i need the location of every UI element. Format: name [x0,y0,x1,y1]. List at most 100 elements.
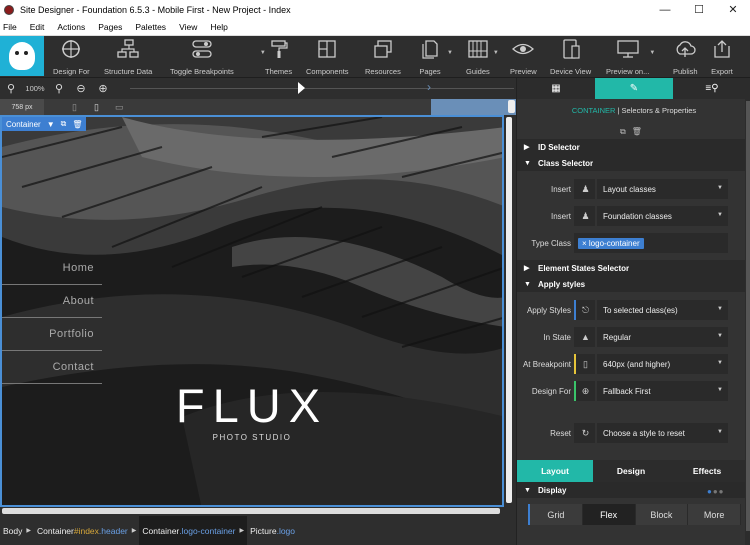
display-block-button[interactable]: Block [635,504,689,525]
pages-button[interactable]: Pages ▼ [419,38,453,76]
reset-select[interactable]: Choose a style to reset ▼ [597,423,728,443]
device-view-button[interactable]: Device View [550,38,591,76]
preview-on-button[interactable]: Preview on... ▼ [606,38,655,76]
tab-layout[interactable]: Layout [517,460,593,482]
duplicate-icon[interactable]: ⧉ [620,127,632,136]
apply-styles-row: Apply Styles ⎋ To selected class(es) ▼ [517,299,745,321]
breakpoint-bar: 758 px ▯ ▯ ▭ [0,99,516,115]
zoom-search-icon[interactable]: ⚲ [0,82,22,95]
canvas-vertical-scrollbar[interactable] [504,115,514,507]
guides-button[interactable]: Guides ▼ [466,38,499,76]
brand-tagline: PHOTO STUDIO [212,433,292,442]
tablet-icon[interactable]: ▯ [94,102,99,113]
zoom-in-icon[interactable]: ⚲ [48,82,70,95]
display-more-button[interactable]: More [688,504,741,525]
tab-effects[interactable]: Effects [669,460,745,482]
duplicate-icon[interactable]: ⧉ [61,119,67,129]
logo-container[interactable]: FLUX PHOTO STUDIO [172,382,332,442]
chevron-down-icon[interactable]: ▼ [649,50,655,56]
structure-data-button[interactable]: Structure Data [104,38,152,76]
reset-icon[interactable]: ↻ [574,423,595,443]
display-flex-button[interactable]: Flex [582,504,636,525]
chevron-down-icon[interactable]: ▼ [493,50,499,56]
monitor-icon [617,38,639,60]
foundation-classes-select[interactable]: Foundation classes ▼ [597,206,728,226]
menu-edit[interactable]: Edit [30,22,45,32]
panel-scrollbar[interactable] [745,99,750,545]
menu-palettes[interactable]: Palettes [135,22,166,32]
scroll-thumb[interactable] [2,508,500,514]
breadcrumb-picture[interactable]: Picture .logo [247,516,298,545]
user-icon: ♟ [574,179,595,199]
display-grid-button[interactable]: Grid [530,504,583,525]
nav-link-contact[interactable]: Contact [2,351,102,384]
element-states-section[interactable]: ▶ Element States Selector [517,260,745,276]
tab-selector-search[interactable]: ≡⚲ [673,78,750,99]
type-class-input[interactable]: × logo-container [574,233,728,253]
zoom-out-icon[interactable]: ⊖ [70,82,92,95]
menu-actions[interactable]: Actions [57,22,85,32]
toggle-breakpoints-button[interactable]: Toggle Breakpoints ▼ [170,38,266,76]
menu-view[interactable]: View [179,22,197,32]
publish-button[interactable]: Publish [673,38,698,76]
nav-link-home[interactable]: Home [2,252,102,285]
tab-structure[interactable]: ▦ [517,78,595,99]
nav-link-portfolio[interactable]: Portfolio [2,318,102,351]
at-breakpoint-select[interactable]: 640px (and higher) ▼ [597,354,728,374]
components-icon [316,38,338,60]
apply-styles-select[interactable]: To selected class(es) ▼ [597,300,728,320]
viewport-width: 758 px [0,99,44,115]
chevron-down-icon[interactable]: ▼ [447,50,453,56]
maximize-icon[interactable]: ☐ [682,0,716,19]
nav-link-about[interactable]: About [2,285,102,318]
caret-right-icon: ▶ [524,265,530,272]
container-tag[interactable]: Container ▼ ⧉ 🗑 [2,117,87,131]
chevron-down-icon[interactable]: ▼ [47,120,55,129]
breakpoint-timeline[interactable] [130,88,514,89]
tab-styles[interactable]: ✎ [595,78,673,99]
phone-icon[interactable]: ▯ [72,102,77,113]
resources-button[interactable]: Resources [365,38,401,76]
scroll-thumb[interactable] [746,101,750,531]
breakpoint-range[interactable] [431,99,516,115]
add-breakpoint-icon[interactable]: ⊕ [92,82,114,95]
components-button[interactable]: Components [306,38,349,76]
in-state-select[interactable]: Regular ▼ [597,327,728,347]
zoom-value: 100% [25,84,45,93]
trash-icon[interactable]: 🗑 [72,120,82,129]
themes-button[interactable]: Themes [265,38,292,76]
tab-design[interactable]: Design [593,460,669,482]
caret-down-icon: ▼ [524,486,531,494]
scroll-thumb[interactable] [506,117,512,503]
minimize-icon[interactable]: — [648,0,682,19]
design-for-button[interactable]: Design For [53,38,90,76]
filter-search-icon: ≡⚲ [705,83,719,94]
paint-roller-icon: ⎋ [574,300,595,320]
breadcrumb-logo-container[interactable]: Container .logo-container ▶ [139,516,248,545]
panel-actions: ⧉🗑 [620,127,648,137]
layout-classes-select[interactable]: Layout classes ▼ [597,179,728,199]
close-icon[interactable]: ✕ [716,0,750,19]
trash-icon[interactable]: 🗑 [632,127,648,136]
breakpoint-handle[interactable] [508,100,515,113]
menu-help[interactable]: Help [210,22,227,32]
chevron-right-icon[interactable]: › [427,80,431,94]
breadcrumb-header-container[interactable]: Container #index .header ▶ [34,516,139,545]
class-chip[interactable]: × logo-container [578,237,644,249]
menu-file[interactable]: File [3,22,17,32]
canvas-horizontal-scrollbar[interactable] [0,507,504,516]
desktop-icon[interactable]: ▭ [115,102,124,113]
id-selector-section[interactable]: ▶ ID Selector [517,139,745,155]
page-preview[interactable]: Container ▼ ⧉ 🗑 Home About Portfolio Con… [0,115,504,507]
breakpoints-icon [191,38,213,60]
menu-pages[interactable]: Pages [98,22,122,32]
preview-button[interactable]: Preview [510,38,537,76]
breadcrumb: Body ▶ Container #index .header ▶ Container.… [0,516,516,545]
play-icon[interactable] [298,82,305,94]
at-breakpoint-row: At Breakpoint ▯ 640px (and higher) ▼ [517,353,745,375]
class-selector-section[interactable]: ▼ Class Selector [517,155,745,171]
apply-styles-section[interactable]: ▼ Apply styles [517,276,745,292]
breadcrumb-body[interactable]: Body ▶ [0,516,34,545]
design-for-select[interactable]: Fallback First ▼ [597,381,728,401]
export-button[interactable]: Export [711,38,733,76]
